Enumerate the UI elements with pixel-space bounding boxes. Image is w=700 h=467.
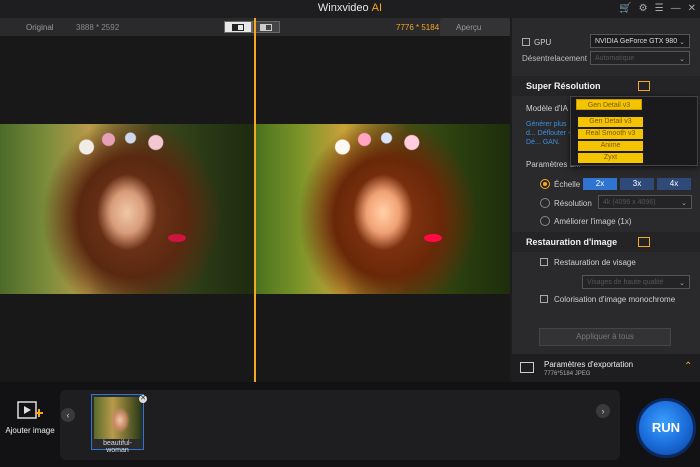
- gpu-checkbox[interactable]: [522, 38, 530, 46]
- scroll-left-button[interactable]: ‹: [61, 408, 75, 422]
- titlebar-icons: 🛒 ⚙ ☰ — ✕: [619, 3, 696, 14]
- original-image: [0, 124, 254, 294]
- side-by-side-icon: [260, 23, 272, 31]
- run-button[interactable]: RUN: [636, 398, 696, 458]
- preview-label: Aperçu: [456, 23, 482, 32]
- app-title-text: Winxvideo: [317, 2, 369, 14]
- colorize-checkbox[interactable]: [540, 295, 548, 303]
- add-image-icon: [16, 400, 44, 422]
- menu-icon[interactable]: ☰: [655, 3, 664, 14]
- deinterlace-select-value: Automatique: [595, 55, 635, 62]
- face-restoration-checkbox[interactable]: [540, 258, 548, 266]
- lips: [424, 234, 442, 242]
- gpu-label: GPU: [534, 38, 552, 47]
- preview-image: [256, 124, 510, 294]
- preview-resolution: 7776 * 5184: [396, 23, 440, 32]
- gear-icon[interactable]: ⚙: [639, 3, 648, 14]
- close-icon[interactable]: ✕: [688, 3, 696, 14]
- settings-panel: GPU NVIDIA GeForce GTX 980 ⌄ Désentrelac…: [512, 18, 700, 382]
- enhance-radio[interactable]: [540, 216, 550, 226]
- model-option-anime[interactable]: Anime: [578, 141, 643, 151]
- scale-radio[interactable]: [540, 179, 550, 189]
- chevron-down-icon: ⌄: [681, 200, 687, 207]
- export-title: Paramètres d'exportation: [544, 360, 634, 369]
- thumbnail-image: [94, 397, 141, 439]
- flower-crown: [326, 129, 436, 159]
- model-option-zyxt[interactable]: Zyxt: [578, 153, 643, 163]
- resolution-label: Résolution: [554, 199, 592, 208]
- apply-all-button[interactable]: Appliquer à tous: [539, 328, 671, 346]
- chevron-up-icon[interactable]: ⌃: [684, 361, 692, 372]
- gpu-select-value: NVIDIA GeForce GTX 980: [595, 38, 678, 45]
- expand-icon: [638, 81, 650, 91]
- colorize-label: Colorisation d'image monochrome: [554, 295, 676, 304]
- title-bar: Winxvideo AI 🛒 ⚙ ☰ — ✕: [0, 0, 700, 18]
- model-option-gen-detail[interactable]: Gen Detail v3: [578, 117, 643, 127]
- app-window: Winxvideo AI 🛒 ⚙ ☰ — ✕ Original 3888 * 25…: [0, 0, 700, 467]
- scale-4x-button[interactable]: 4x: [657, 178, 691, 190]
- restoration-title: Restauration d'image: [526, 237, 618, 247]
- split-divider-handle[interactable]: [254, 18, 256, 382]
- original-resolution: 3888 * 2592: [76, 23, 120, 32]
- view-mode-toggle: [224, 21, 280, 33]
- deinterlace-select[interactable]: Automatique ⌄: [590, 51, 690, 65]
- export-settings-bar[interactable]: Paramètres d'exportation 7776*5184 JPEG …: [512, 354, 700, 382]
- original-label: Original: [26, 23, 54, 32]
- resolution-select-value: 4k (4096 x 4096): [603, 199, 656, 206]
- apply-all-label: Appliquer à tous: [576, 332, 634, 341]
- run-label: RUN: [651, 420, 681, 435]
- export-monitor-icon: [520, 362, 534, 373]
- split-view-icon: [232, 23, 244, 31]
- flower-crown: [70, 129, 180, 159]
- super-resolution-header: Super Résolution: [512, 76, 700, 96]
- model-option-real-smooth[interactable]: Real Smooth v3: [578, 129, 643, 139]
- deinterlace-label: Désentrelacement: [522, 54, 587, 63]
- face-quality-value: Visages de haute qualité: [587, 279, 664, 286]
- resolution-radio[interactable]: [540, 198, 550, 208]
- app-title-ai: AI: [371, 2, 383, 14]
- ai-model-label: Modèle d'IA: [526, 104, 568, 113]
- split-view-button[interactable]: [224, 21, 252, 33]
- lips: [168, 234, 186, 242]
- gpu-select[interactable]: NVIDIA GeForce GTX 980 ⌄: [590, 34, 690, 48]
- scale-options: 2x 3x 4x: [583, 178, 693, 190]
- app-title: Winxvideo AI: [0, 2, 700, 14]
- face-restoration-label: Restauration de visage: [554, 258, 636, 267]
- remove-thumbnail-close-icon[interactable]: ✕: [139, 395, 147, 403]
- chevron-down-icon: ⌄: [679, 39, 685, 46]
- chevron-down-icon: ⌄: [679, 56, 685, 63]
- enhance-label: Améliorer l'image (1x): [554, 217, 632, 226]
- side-by-side-view-button[interactable]: [252, 21, 280, 33]
- wand-icon: [638, 237, 650, 247]
- add-image-button[interactable]: Ajouter image: [2, 400, 58, 435]
- cart-icon[interactable]: 🛒: [619, 3, 631, 14]
- scale-3x-button[interactable]: 3x: [620, 178, 654, 190]
- restoration-header: Restauration d'image: [512, 232, 700, 252]
- ai-model-select[interactable]: Gen Detail v3: [576, 99, 642, 110]
- thumbnail-name: beautiful-woman: [103, 440, 132, 454]
- scale-label: Échelle: [554, 180, 581, 189]
- face-quality-select[interactable]: Visages de haute qualité ⌄: [582, 275, 690, 289]
- resolution-select[interactable]: 4k (4096 x 4096) ⌄: [598, 195, 692, 209]
- bottom-bar: Ajouter image ‹ › beautiful-woman ✕ RUN: [0, 382, 700, 467]
- super-resolution-title: Super Résolution: [526, 81, 601, 91]
- chevron-down-icon: ⌄: [679, 280, 685, 287]
- minimize-icon[interactable]: —: [671, 3, 681, 14]
- add-image-label: Ajouter image: [5, 426, 55, 435]
- image-thumbnail[interactable]: beautiful-woman: [91, 394, 144, 454]
- scale-2x-button[interactable]: 2x: [583, 178, 617, 190]
- export-details: 7776*5184 JPEG: [544, 371, 591, 377]
- scroll-right-button[interactable]: ›: [596, 404, 610, 418]
